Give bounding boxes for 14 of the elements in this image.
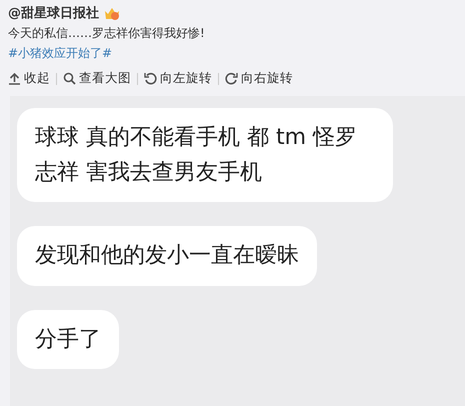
toolbar-button[interactable]: 收起 bbox=[8, 70, 56, 87]
search-icon bbox=[63, 72, 76, 85]
post-text: 今天的私信……罗志祥你害得我好惨! bbox=[8, 25, 206, 42]
rotate-right-icon bbox=[225, 72, 238, 85]
chat-bubble: 球球 真的不能看手机 都 tm 怪罗志祥 害我去查男友手机 bbox=[17, 108, 393, 202]
upload-arrow-icon bbox=[8, 72, 21, 85]
chat-bubble: 分手了 bbox=[17, 310, 119, 369]
toolbar-button[interactable]: 查看大图 bbox=[57, 70, 137, 87]
toolbar-button[interactable]: 向左旋转 bbox=[138, 70, 218, 87]
hashtag-link[interactable]: #小猪效应开始了# bbox=[8, 45, 457, 62]
toolbar-button[interactable]: 向右旋转 bbox=[219, 70, 299, 87]
rotate-left-icon bbox=[144, 72, 157, 85]
chat-bubble: 发现和他的发小一直在暧昧 bbox=[17, 226, 317, 286]
author-name[interactable]: @甜星球日报社 bbox=[8, 4, 99, 22]
